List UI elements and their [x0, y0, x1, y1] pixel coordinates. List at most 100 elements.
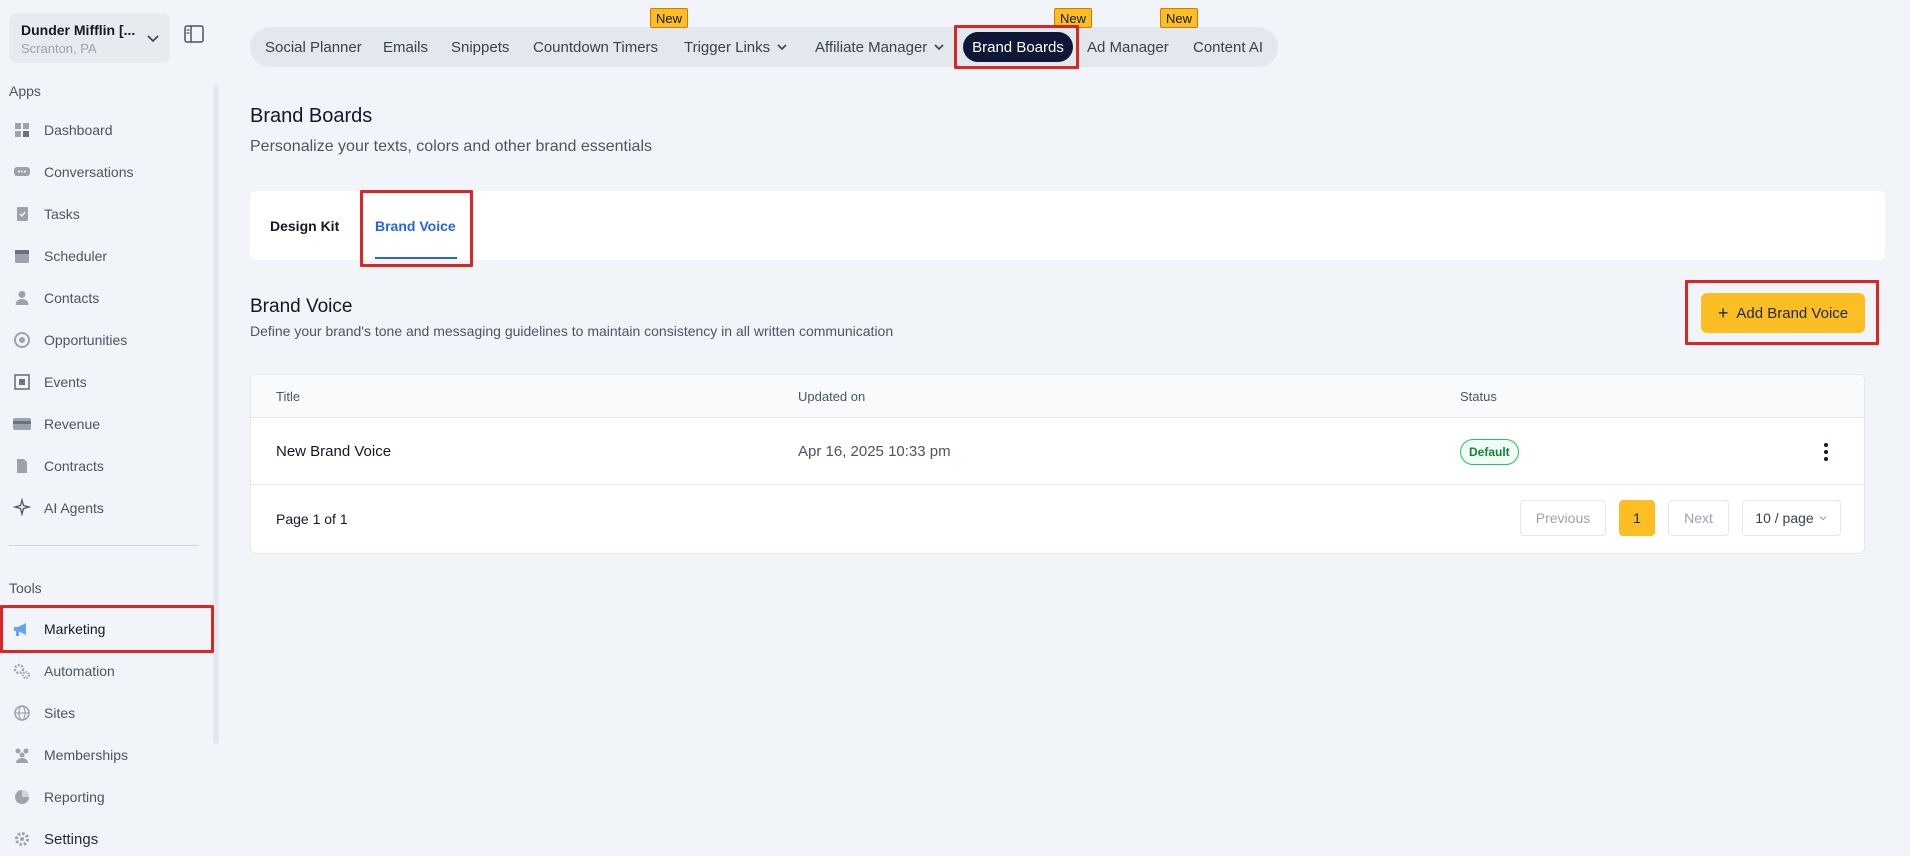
tab-countdown-timers[interactable]: Countdown Timers — [533, 27, 658, 67]
sidebar-item-opportunities[interactable]: Opportunities — [12, 323, 207, 357]
sidebar-item-conversations[interactable]: Conversations — [12, 155, 207, 189]
location-name: Dunder Mifflin [... — [21, 22, 136, 38]
chevron-down-icon — [934, 44, 944, 51]
tab-snippets[interactable]: Snippets — [451, 27, 509, 67]
chevron-down-icon — [1819, 516, 1827, 521]
sidebar-item-label: Contracts — [44, 458, 104, 474]
sidebar-item-memberships[interactable]: Memberships — [12, 738, 207, 772]
row-updated: Apr 16, 2025 10:33 pm — [798, 443, 951, 460]
sidebar-item-contacts[interactable]: Contacts — [12, 281, 207, 315]
sidebar-item-label: Contacts — [44, 290, 100, 306]
tasks-icon — [12, 204, 32, 224]
sidebar-item-contracts[interactable]: Contracts — [12, 449, 207, 483]
sidebar-divider — [9, 545, 198, 546]
sidebar-item-automation[interactable]: Automation — [12, 654, 207, 688]
section-title: Brand Voice — [250, 296, 353, 317]
column-header-title: Title — [276, 389, 301, 404]
sidebar-item-label: Automation — [44, 663, 115, 679]
tab-ad-manager[interactable]: Ad Manager — [1087, 27, 1169, 67]
tab-brand-boards[interactable]: Brand Boards — [963, 32, 1073, 62]
sidebar-item-label: Memberships — [44, 747, 129, 763]
sidebar-item-label: Opportunities — [44, 332, 128, 348]
calendar-icon — [12, 246, 32, 266]
table-row[interactable]: New Brand Voice Apr 16, 2025 10:33 pm De… — [251, 418, 1864, 485]
row-title[interactable]: New Brand Voice — [276, 418, 391, 485]
sub-tabs: Design Kit Brand Voice — [250, 191, 1885, 260]
table-header: Title Updated on Status — [251, 375, 1864, 418]
sidebar-item-label: Settings — [44, 830, 99, 848]
previous-page-button[interactable]: Previous — [1520, 500, 1606, 536]
add-brand-voice-button[interactable]: + Add Brand Voice — [1701, 293, 1865, 333]
chevron-down-icon — [777, 44, 787, 51]
chevron-down-icon — [147, 35, 159, 43]
sidebar-item-label: AI Agents — [44, 500, 104, 516]
person-icon — [12, 288, 32, 308]
sidebar-item-label: Sites — [44, 705, 76, 721]
megaphone-icon — [12, 619, 32, 639]
column-header-updated: Updated on — [798, 389, 866, 404]
new-badge: New — [1054, 8, 1093, 28]
sidebar-item-label: Revenue — [44, 416, 101, 432]
active-tab-indicator — [375, 257, 457, 259]
sidebar-item-label: Dashboard — [44, 122, 113, 138]
tab-emails[interactable]: Emails — [383, 27, 428, 67]
tab-brand-voice[interactable]: Brand Voice — [375, 191, 456, 260]
chat-icon — [12, 162, 32, 182]
sidebar-collapse-icon[interactable] — [184, 25, 204, 43]
sidebar-item-scheduler[interactable]: Scheduler — [12, 239, 207, 273]
tab-trigger-links[interactable]: Trigger Links — [684, 27, 788, 67]
sidebar-item-label: Events — [44, 374, 87, 390]
sidebar-item-tasks[interactable]: Tasks — [12, 197, 207, 231]
card-icon — [12, 414, 32, 434]
target-icon — [12, 330, 32, 350]
tab-content-ai[interactable]: Content AI — [1193, 27, 1263, 67]
gears-icon — [12, 661, 32, 681]
tab-social-planner[interactable]: Social Planner — [265, 27, 362, 67]
sparkle-icon — [12, 498, 32, 518]
brand-voice-table: Title Updated on Status New Brand Voice … — [250, 374, 1865, 554]
document-icon — [12, 456, 32, 476]
sidebar: Dunder Mifflin [... Scranton, PA Apps Da… — [0, 0, 220, 856]
new-badge: New — [650, 8, 689, 28]
sidebar-item-label: Scheduler — [44, 248, 108, 264]
sidebar-item-reporting[interactable]: Reporting — [12, 780, 207, 814]
tab-label: Trigger Links — [684, 38, 771, 56]
tab-design-kit[interactable]: Design Kit — [270, 191, 339, 260]
section-subtitle: Define your brand's tone and messaging g… — [250, 323, 894, 339]
sidebar-item-label: Tasks — [44, 206, 80, 222]
tools-section-label: Tools — [9, 580, 42, 596]
sidebar-item-events[interactable]: Events — [12, 365, 207, 399]
status-badge: Default — [1460, 439, 1519, 465]
page-1-button[interactable]: 1 — [1619, 500, 1655, 536]
sidebar-item-marketing[interactable]: Marketing — [12, 612, 207, 646]
location-subtitle: Scranton, PA — [21, 41, 97, 56]
next-page-button[interactable]: Next — [1668, 500, 1729, 536]
page-subtitle: Personalize your texts, colors and other… — [250, 138, 652, 155]
location-switcher[interactable]: Dunder Mifflin [... Scranton, PA — [9, 13, 170, 63]
add-button-label: Add Brand Voice — [1736, 304, 1849, 322]
group-icon — [12, 745, 32, 765]
sidebar-item-label: Conversations — [44, 164, 134, 180]
sidebar-item-settings[interactable]: Settings — [12, 822, 207, 856]
sidebar-item-revenue[interactable]: Revenue — [12, 407, 207, 441]
globe-icon — [12, 703, 32, 723]
gear-icon — [12, 829, 32, 849]
sidebar-item-label: Marketing — [44, 621, 106, 637]
page-size-value: 10 / page — [1755, 510, 1814, 526]
column-header-status: Status — [1460, 389, 1497, 404]
pagination-summary: Page 1 of 1 — [276, 510, 348, 527]
dashboard-icon — [12, 120, 32, 140]
events-icon — [12, 372, 32, 392]
pie-icon — [12, 787, 32, 807]
plus-icon: + — [1717, 303, 1729, 323]
page-size-select[interactable]: 10 / page — [1742, 500, 1841, 536]
more-actions-icon[interactable] — [1816, 440, 1836, 464]
sidebar-item-sites[interactable]: Sites — [12, 696, 207, 730]
sidebar-scrollbar[interactable] — [213, 84, 219, 744]
new-badge: New — [1160, 8, 1199, 28]
tab-affiliate-manager[interactable]: Affiliate Manager — [815, 27, 945, 67]
sidebar-item-dashboard[interactable]: Dashboard — [12, 113, 207, 147]
sidebar-item-ai-agents[interactable]: AI Agents — [12, 491, 207, 525]
page-title: Brand Boards — [250, 105, 373, 127]
sidebar-item-label: Reporting — [44, 789, 105, 805]
